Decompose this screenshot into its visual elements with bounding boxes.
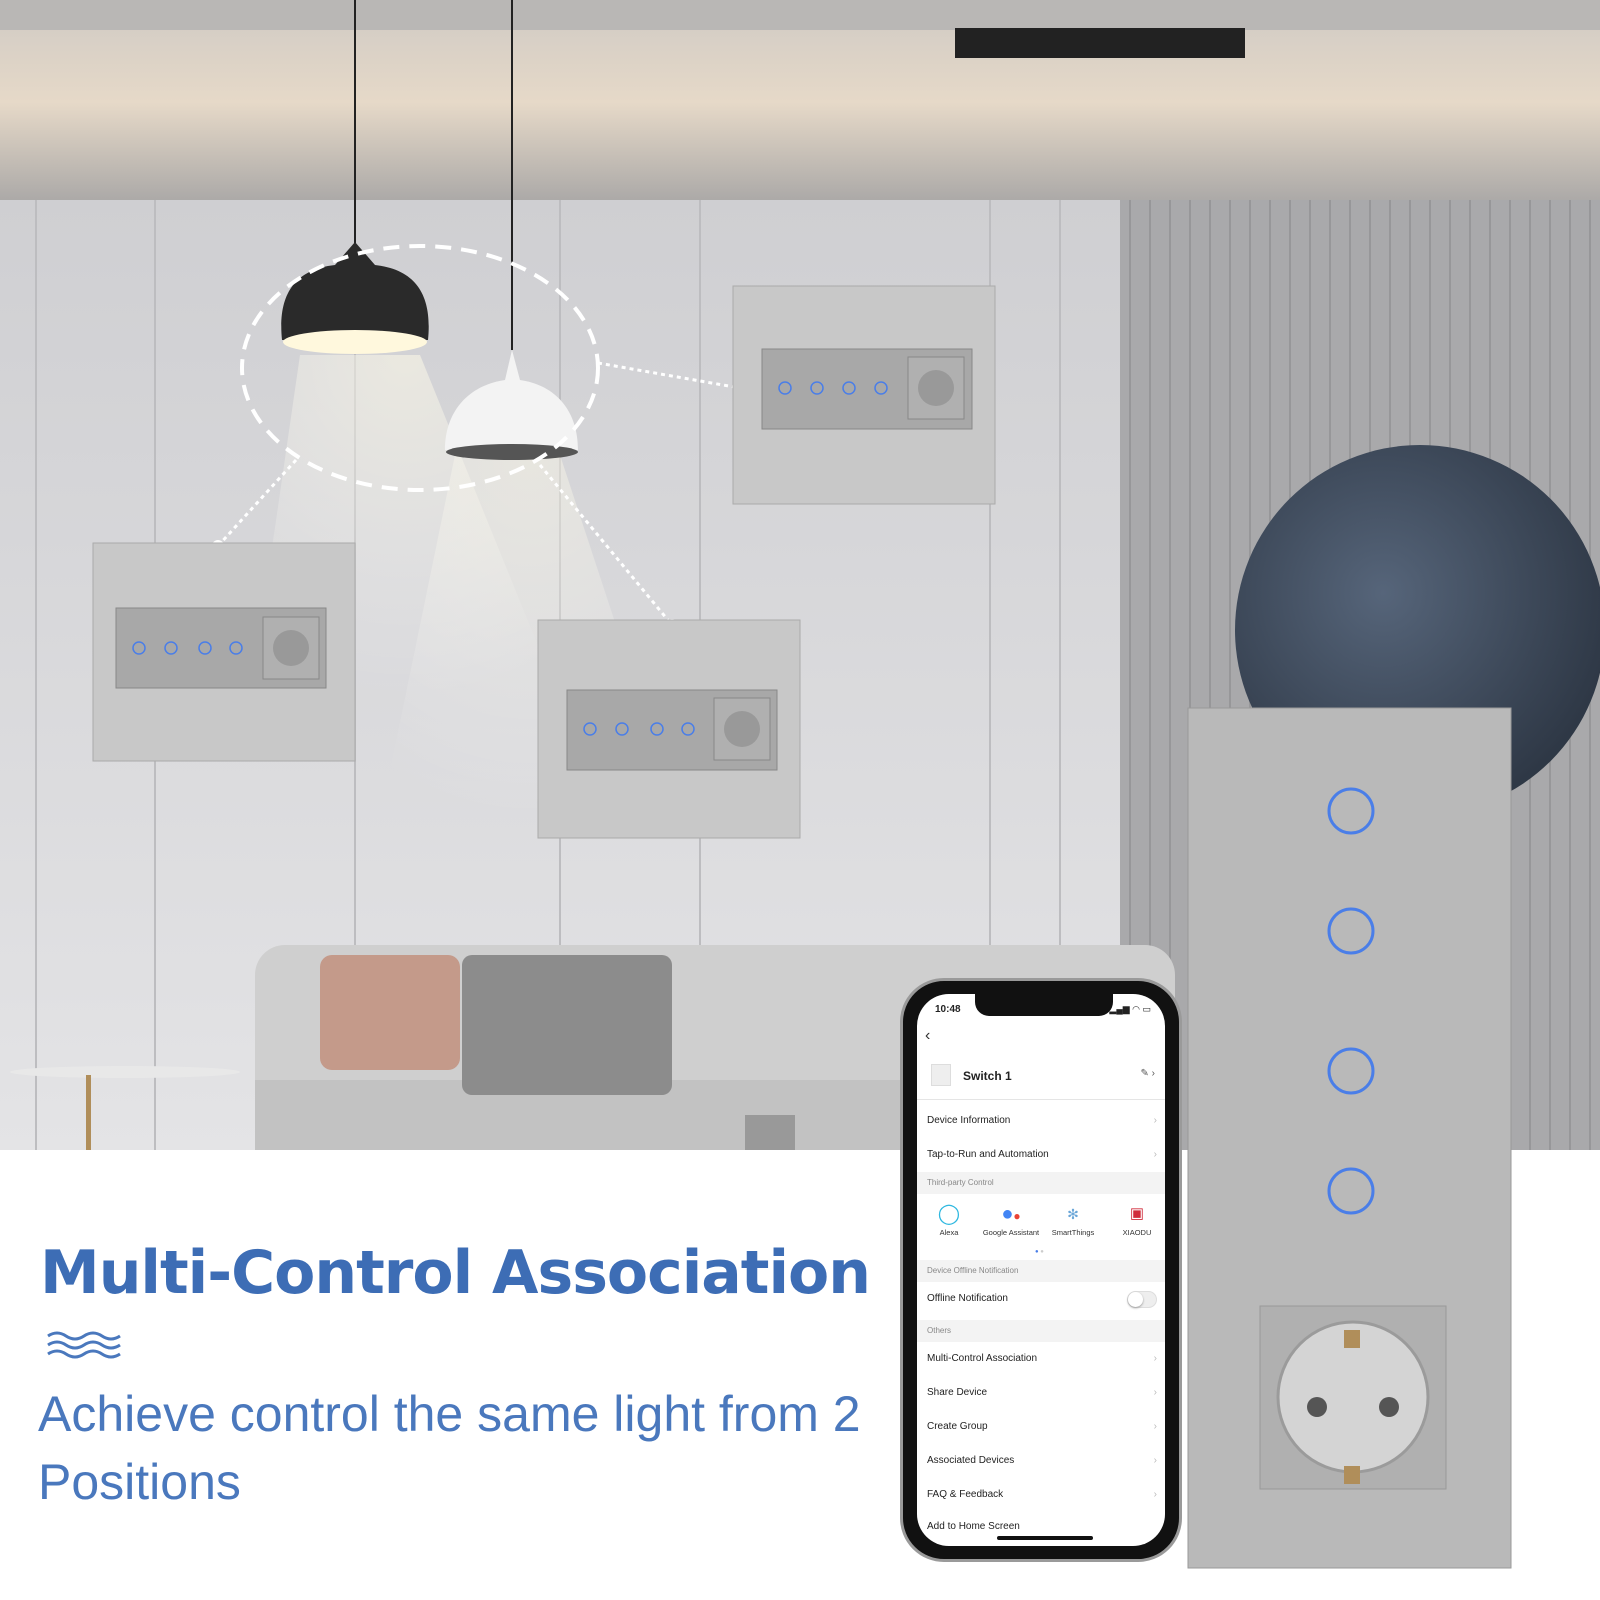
status-icons: ▂▄▆ ◠ ▭: [1109, 1004, 1151, 1014]
label: SmartThings: [1051, 1228, 1095, 1237]
chevron-right-icon: ›: [1153, 1353, 1157, 1364]
row-associated-devices[interactable]: Associated Devices ›: [917, 1444, 1165, 1478]
headline: Multi-Control Association: [40, 1238, 871, 1308]
chevron-right-icon: ›: [1153, 1387, 1157, 1398]
smartthings-icon: ✻: [1067, 1206, 1079, 1222]
edit-icon[interactable]: ✎ ›: [1141, 1068, 1156, 1079]
row-label: Associated Devices: [927, 1455, 1015, 1466]
alexa-icon: ◯: [937, 1203, 961, 1225]
google-assistant-button[interactable]: ●● Google Assistant: [981, 1200, 1041, 1237]
row-tap-to-run[interactable]: Tap-to-Run and Automation ›: [917, 1138, 1165, 1172]
subtitle: Achieve control the same light from 2 Po…: [38, 1386, 861, 1510]
google-assistant-icon: ●●: [1001, 1203, 1021, 1225]
row-label: FAQ & Feedback: [927, 1489, 1004, 1500]
label: Alexa: [939, 1228, 959, 1237]
row-label: Add to Home Screen: [927, 1521, 1020, 1532]
device-name: Switch 1: [963, 1069, 1012, 1083]
wall-switch-socket-panel: [1187, 707, 1512, 1569]
switch-panel-2: [92, 542, 356, 762]
smartphone: 10:48 ▂▄▆ ◠ ▭ ‹ Switch 1 ✎ › Device Info…: [900, 978, 1182, 1562]
switch-panel-1: [732, 285, 996, 505]
section-third-party: Third-party Control: [917, 1172, 1165, 1194]
row-create-group[interactable]: Create Group ›: [917, 1410, 1165, 1444]
clock: 10:48: [935, 1004, 961, 1015]
device-header: Switch 1 ✎ ›: [917, 1056, 1165, 1100]
label: Google Assistant: [982, 1228, 1040, 1237]
label: XIAODU: [1122, 1228, 1152, 1237]
row-label: Offline Notification: [927, 1293, 1008, 1304]
chevron-right-icon: ›: [1153, 1115, 1157, 1126]
ceiling-light-slot: [955, 28, 1245, 58]
room-scene: [0, 0, 1600, 1600]
smartthings-button[interactable]: ✻ SmartThings: [1043, 1200, 1103, 1237]
home-indicator: [997, 1536, 1093, 1540]
back-icon[interactable]: ‹: [925, 1027, 930, 1045]
row-label: Tap-to-Run and Automation: [927, 1149, 1049, 1160]
section-others: Others: [917, 1320, 1165, 1342]
row-label: Create Group: [927, 1421, 988, 1432]
offline-toggle[interactable]: [1127, 1291, 1157, 1308]
page-dots: ● ●: [1035, 1249, 1044, 1255]
chevron-right-icon: ›: [1153, 1455, 1157, 1466]
chevron-right-icon: ›: [1153, 1421, 1157, 1432]
chevron-right-icon: ›: [1153, 1489, 1157, 1500]
xiaodu-button[interactable]: ▣ XIAODU: [1107, 1200, 1165, 1237]
row-label: Multi-Control Association: [927, 1353, 1038, 1364]
alexa-button[interactable]: ◯ Alexa: [919, 1200, 979, 1237]
section-offline: Device Offline Notification: [917, 1260, 1165, 1282]
switch-panel-3: [537, 619, 801, 839]
row-multi-control[interactable]: Multi-Control Association ›: [917, 1342, 1165, 1376]
app-screen: 10:48 ▂▄▆ ◠ ▭ ‹ Switch 1 ✎ › Device Info…: [917, 994, 1165, 1546]
row-share-device[interactable]: Share Device ›: [917, 1376, 1165, 1410]
device-icon: [931, 1064, 951, 1086]
row-label: Device Information: [927, 1115, 1011, 1126]
row-offline-notification: Offline Notification: [917, 1282, 1165, 1316]
row-faq[interactable]: FAQ & Feedback ›: [917, 1478, 1165, 1512]
row-label: Share Device: [927, 1387, 988, 1398]
waves-icon: [47, 1331, 121, 1359]
notch: [975, 994, 1113, 1016]
xiaodu-icon: ▣: [1129, 1205, 1145, 1222]
chevron-right-icon: ›: [1153, 1149, 1157, 1160]
row-device-information[interactable]: Device Information ›: [917, 1104, 1165, 1138]
